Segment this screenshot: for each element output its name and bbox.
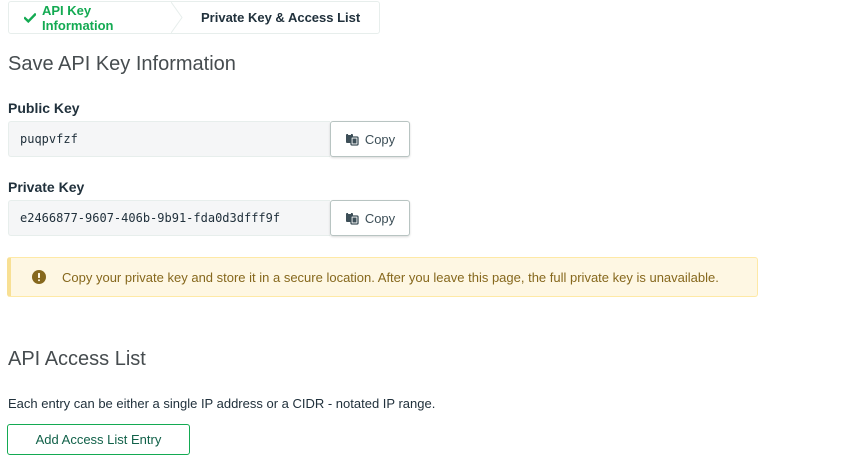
add-access-list-entry-button[interactable]: Add Access List Entry	[7, 424, 190, 455]
add-access-list-entry-label: Add Access List Entry	[35, 432, 162, 447]
private-key-field[interactable]: e2466877-9607-406b-9b91-fda0d3dfff9f	[8, 200, 330, 236]
api-access-list-heading: API Access List	[8, 348, 146, 370]
public-key-row: puqpvfzf Copy	[8, 121, 410, 157]
warning-text: Copy your private key and store it in a …	[62, 269, 719, 285]
wizard-step-label: Private Key & Access List	[201, 10, 361, 25]
wizard-step-label: API Key Information	[42, 2, 114, 33]
wizard-step-private-key-access-list[interactable]: Private Key & Access List	[183, 2, 379, 33]
private-key-label: Private Key	[8, 179, 85, 195]
warning-circle-icon	[32, 270, 46, 284]
private-key-row: e2466877-9607-406b-9b91-fda0d3dfff9f Cop…	[8, 200, 410, 236]
wizard-steps: API Key Information Private Key & Access…	[8, 1, 380, 34]
checkmark-icon	[24, 12, 36, 23]
copy-label: Copy	[364, 210, 396, 226]
wizard-step-api-key-information[interactable]: API Key Information	[9, 2, 183, 33]
public-key-field[interactable]: puqpvfzf	[8, 121, 330, 157]
public-key-label: Public Key	[8, 100, 80, 116]
copy-label: Copy	[364, 131, 396, 147]
access-list-description: Each entry can be either a single IP add…	[8, 396, 436, 411]
step-separator	[171, 2, 183, 33]
clipboard-icon	[345, 211, 359, 225]
copy-public-key-button[interactable]: Copy	[330, 121, 410, 157]
api-key-page: API Key Information Private Key & Access…	[0, 0, 860, 455]
private-key-warning-banner: Copy your private key and store it in a …	[7, 257, 758, 297]
clipboard-icon	[345, 132, 359, 146]
save-api-key-heading: Save API Key Information	[8, 53, 236, 75]
copy-private-key-button[interactable]: Copy	[330, 200, 410, 236]
